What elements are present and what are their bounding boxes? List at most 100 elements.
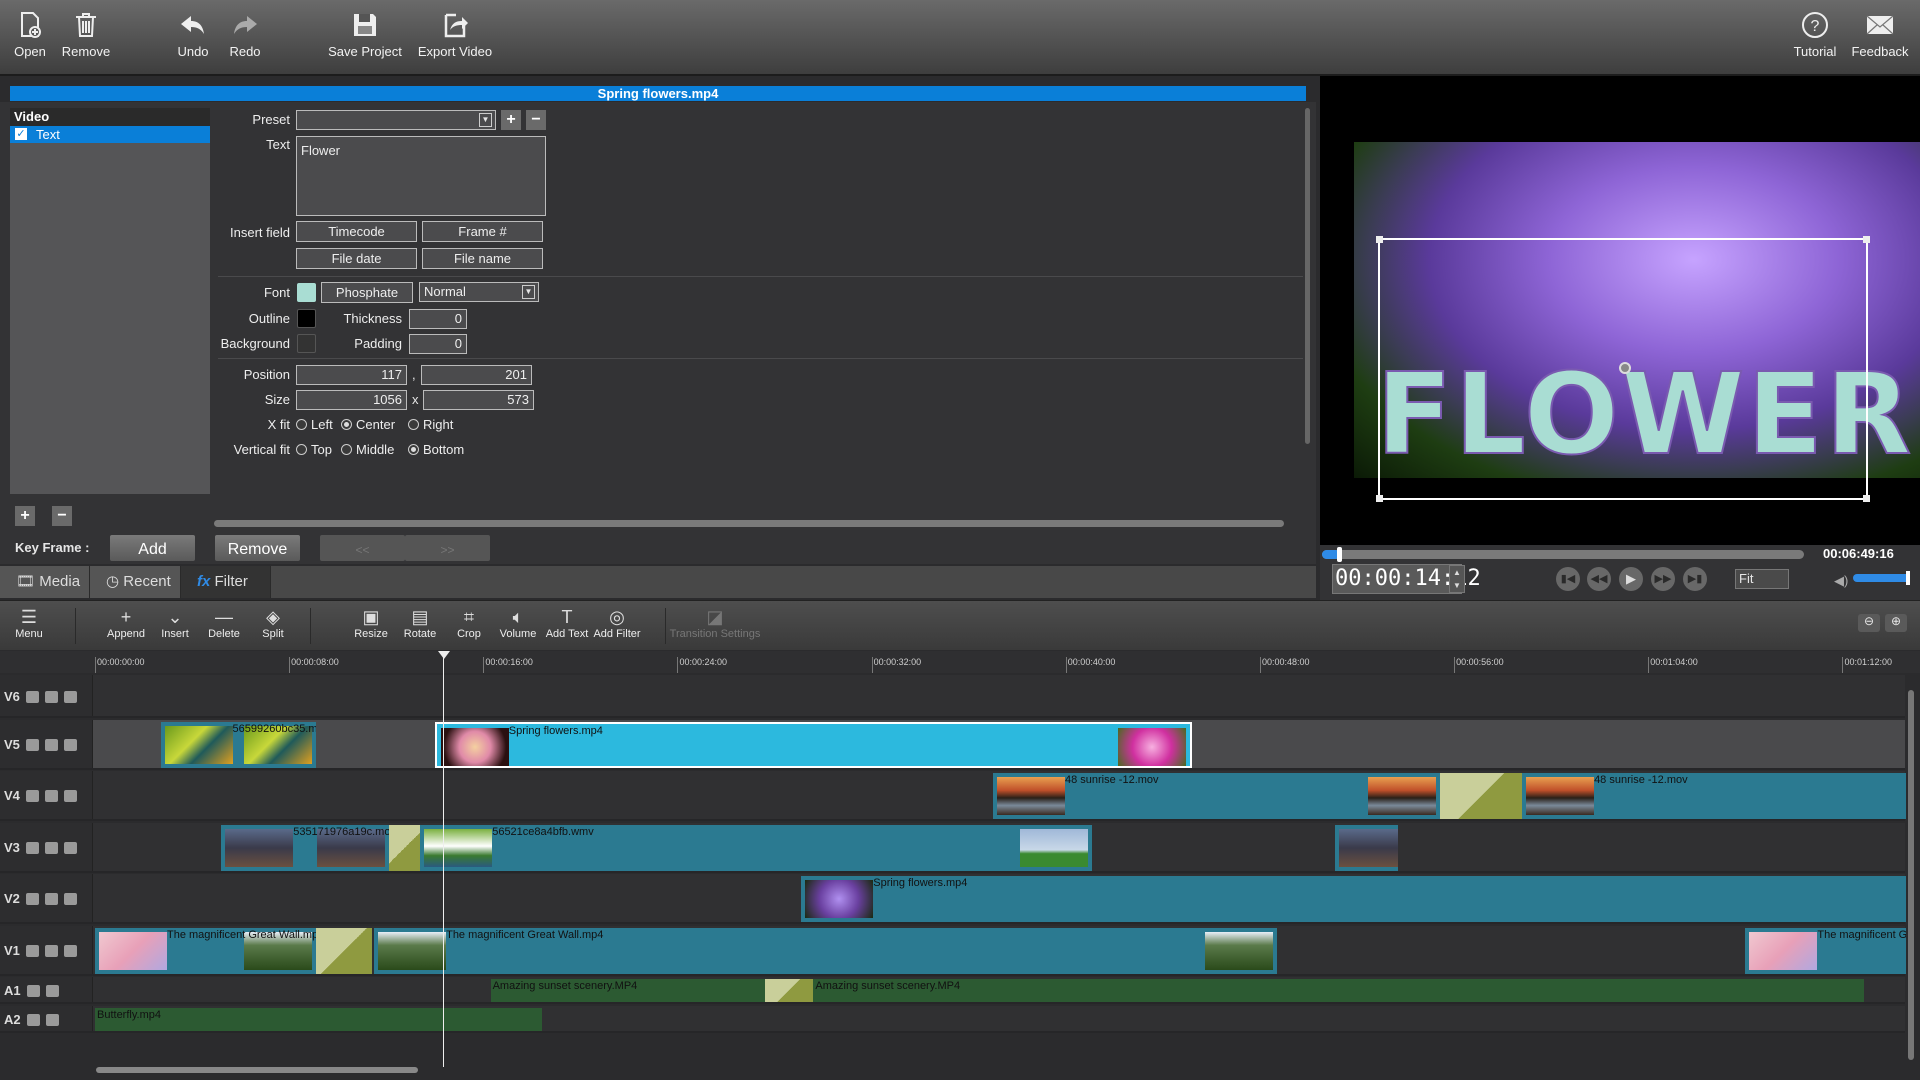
- lock-icon[interactable]: [63, 691, 77, 703]
- editor-horizontal-scrollbar[interactable]: [214, 520, 1284, 527]
- remove-button[interactable]: Remove: [46, 10, 126, 59]
- font-style-select[interactable]: Normal: [419, 282, 539, 302]
- text-input[interactable]: Flower: [296, 136, 546, 216]
- keyframe-prev-button[interactable]: <<: [320, 535, 405, 561]
- rotate-handle[interactable]: [1619, 362, 1631, 374]
- timeline-clip[interactable]: The magnificent Great Wall.mp4: [374, 928, 1277, 974]
- timeline-clip[interactable]: Spring flowers.mp4: [801, 876, 1906, 922]
- mute-icon[interactable]: [25, 691, 39, 703]
- transition[interactable]: [315, 928, 372, 974]
- visibility-eye-icon[interactable]: [44, 790, 58, 802]
- lock-icon[interactable]: [63, 842, 77, 854]
- feedback-button[interactable]: Feedback: [1840, 10, 1920, 59]
- timeline-clip[interactable]: 48 sunrise -12.mov: [1522, 773, 1906, 819]
- insert-frame-button[interactable]: Frame #: [422, 221, 543, 242]
- zoom-select[interactable]: Fit: [1735, 569, 1789, 589]
- transition[interactable]: [388, 825, 421, 871]
- lock-icon[interactable]: [63, 893, 77, 905]
- timeline-ruler[interactable]: 00:00:00:00 00:00:08:00 00:00:16:00 00:00:2…: [0, 651, 1920, 673]
- visibility-eye-icon[interactable]: [44, 842, 58, 854]
- v-fit-bottom-radio[interactable]: Bottom: [408, 442, 464, 457]
- preset-select[interactable]: [296, 110, 496, 130]
- x-fit-center-radio[interactable]: Center: [341, 417, 395, 432]
- volume-slider[interactable]: [1853, 574, 1910, 582]
- visibility-eye-icon[interactable]: [44, 945, 58, 957]
- transition[interactable]: [1439, 773, 1523, 819]
- x-fit-left-radio[interactable]: Left: [296, 417, 333, 432]
- size-height-input[interactable]: 573: [423, 390, 534, 410]
- redo-button[interactable]: Redo: [205, 10, 285, 59]
- lock-icon[interactable]: [63, 739, 77, 751]
- keyframe-add-button[interactable]: Add: [110, 535, 195, 561]
- timeline-clip[interactable]: [1335, 825, 1399, 871]
- remove-preset-button[interactable]: −: [526, 110, 546, 130]
- timeline-clip[interactable]: The magnificent Great Wall.mp4: [95, 928, 316, 974]
- v-fit-top-radio[interactable]: Top: [296, 442, 332, 457]
- tab-media[interactable]: 🎞︎ Media: [0, 566, 90, 598]
- timeline-horizontal-scrollbar[interactable]: [96, 1067, 418, 1073]
- mute-icon[interactable]: [25, 893, 39, 905]
- save-project-button[interactable]: Save Project: [315, 10, 415, 59]
- timeline-clip[interactable]: Amazing sunset scenery.MP4: [490, 979, 765, 1002]
- layer-list[interactable]: [10, 108, 210, 494]
- volume-slider-handle[interactable]: [1906, 571, 1910, 585]
- timecode-stepper[interactable]: ▲ ▼: [1449, 565, 1465, 593]
- timeline-clip[interactable]: 56599260bc35.mp4: [160, 722, 316, 768]
- mute-icon[interactable]: [25, 842, 39, 854]
- playhead-handle[interactable]: [438, 651, 450, 659]
- add-layer-button[interactable]: +: [15, 506, 35, 526]
- insert-file-date-button[interactable]: File date: [296, 248, 417, 269]
- lock-icon[interactable]: [63, 945, 77, 957]
- keyframe-remove-button[interactable]: Remove: [215, 535, 300, 561]
- split-button[interactable]: ◈ Split: [243, 606, 303, 640]
- resize-handle[interactable]: [1863, 495, 1870, 502]
- zoom-out-icon[interactable]: ⊖: [1858, 614, 1880, 632]
- menu-button[interactable]: ☰ Menu: [0, 606, 59, 640]
- font-picker-button[interactable]: Phosphate: [321, 282, 413, 303]
- font-color-swatch[interactable]: [297, 283, 316, 302]
- tab-filter[interactable]: fx Filter: [181, 566, 271, 598]
- export-video-button[interactable]: Export Video: [405, 10, 505, 59]
- rewind-button[interactable]: ◀◀: [1587, 567, 1611, 591]
- visibility-eye-icon[interactable]: [44, 893, 58, 905]
- insert-file-name-button[interactable]: File name: [422, 248, 543, 269]
- playback-scrubber[interactable]: [1322, 550, 1804, 559]
- resize-handle[interactable]: [1863, 236, 1870, 243]
- resize-handle[interactable]: [1376, 236, 1383, 243]
- v-fit-middle-radio[interactable]: Middle: [341, 442, 394, 457]
- play-button[interactable]: ▶: [1619, 567, 1643, 591]
- fast-forward-button[interactable]: ▶▶: [1651, 567, 1675, 591]
- x-fit-right-radio[interactable]: Right: [408, 417, 453, 432]
- timecode-input[interactable]: 00:00:14:12: [1332, 564, 1481, 594]
- transition[interactable]: [764, 979, 814, 1002]
- visibility-eye-icon[interactable]: [44, 739, 58, 751]
- timeline-vertical-scrollbar[interactable]: [1908, 690, 1914, 1060]
- add-filter-button[interactable]: ◎ Add Filter: [587, 606, 647, 640]
- padding-stepper[interactable]: 0: [409, 334, 467, 354]
- text-bounding-box[interactable]: [1376, 236, 1870, 502]
- keyframe-next-button[interactable]: >>: [405, 535, 490, 561]
- lock-icon[interactable]: [63, 790, 77, 802]
- insert-timecode-button[interactable]: Timecode: [296, 221, 417, 242]
- scrubber-handle[interactable]: [1337, 547, 1342, 562]
- add-preset-button[interactable]: +: [501, 110, 521, 130]
- mute-icon[interactable]: [25, 945, 39, 957]
- timeline-clip[interactable]: 56521ce8a4bfb.wmv: [420, 825, 1093, 871]
- position-x-input[interactable]: 117: [296, 365, 407, 385]
- lock-icon[interactable]: [45, 1014, 59, 1026]
- timeline-clip[interactable]: Spring flowers.mp4: [434, 722, 1192, 768]
- playhead[interactable]: [443, 651, 444, 1067]
- tab-recent[interactable]: ◷ Recent: [90, 566, 181, 598]
- timeline-clip[interactable]: 48 sunrise -12.mov: [992, 773, 1440, 819]
- skip-start-button[interactable]: ▮◀: [1556, 567, 1580, 591]
- resize-handle[interactable]: [1376, 495, 1383, 502]
- position-y-input[interactable]: 201: [421, 365, 532, 385]
- skip-end-button[interactable]: ▶▮: [1683, 567, 1707, 591]
- zoom-in-icon[interactable]: ⊕: [1885, 614, 1907, 632]
- layer-checkbox[interactable]: ✓: [15, 128, 27, 140]
- timeline-clip[interactable]: Amazing sunset scenery.MP4: [813, 979, 1865, 1002]
- timeline-clip[interactable]: The magnificent Great Wall.mp4: [1745, 928, 1906, 974]
- transition-settings-button[interactable]: ◪ Transition Settings: [665, 606, 765, 640]
- mute-icon[interactable]: [26, 985, 40, 997]
- mute-icon[interactable]: [25, 790, 39, 802]
